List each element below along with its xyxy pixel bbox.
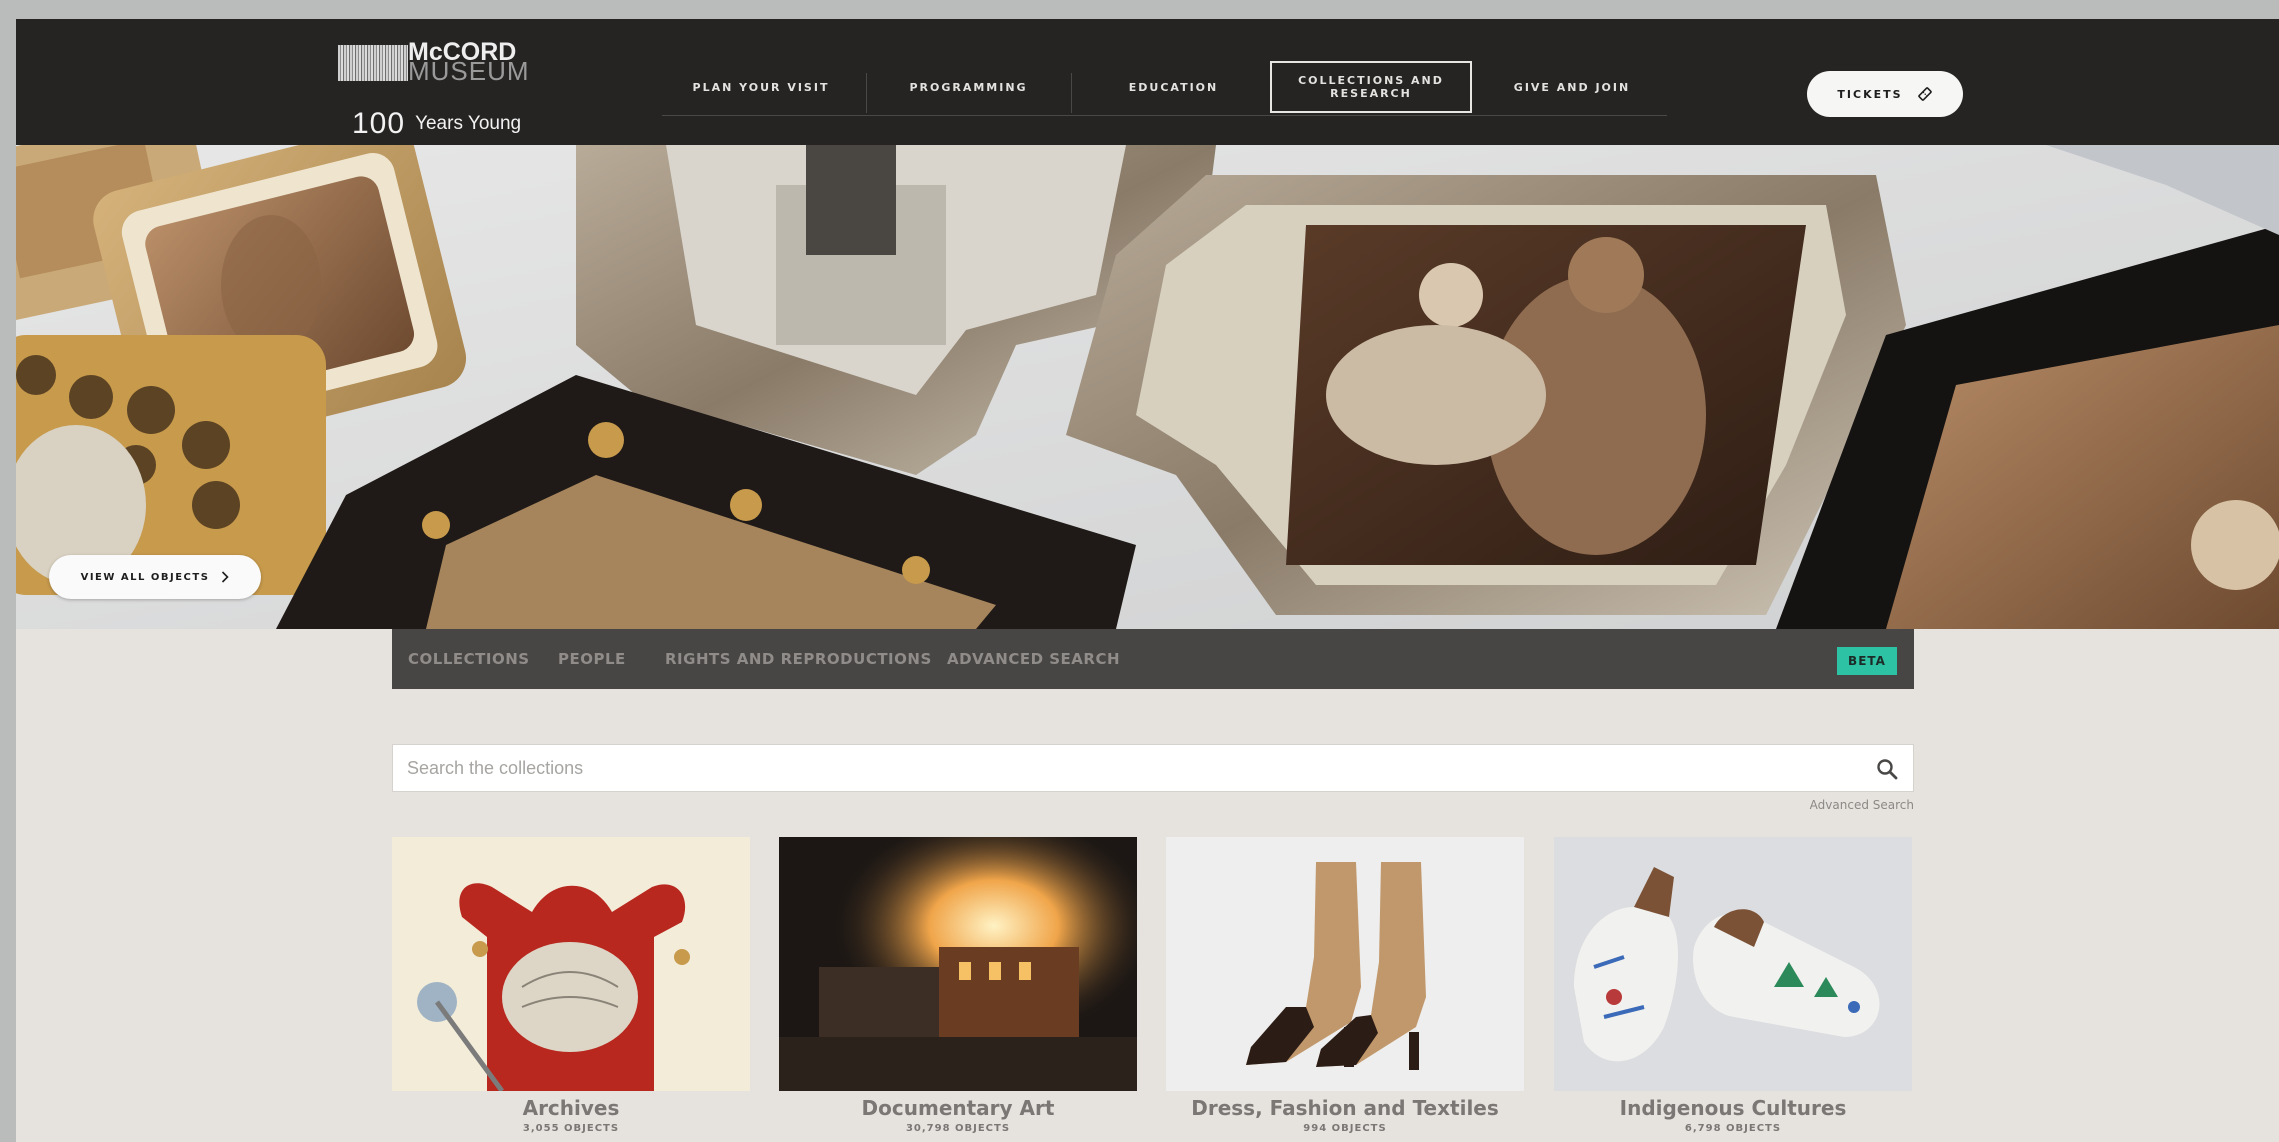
search-input[interactable] — [393, 745, 1853, 791]
logo-wordmark: McCORD MUSEUM — [408, 40, 530, 86]
subnav-item-rights-and-reproductions[interactable]: RIGHTS AND REPRODUCTIONS — [665, 629, 932, 689]
archives-card-image — [392, 837, 750, 1091]
collection-title: Archives — [522, 1096, 620, 1120]
tagline-number: 100 — [352, 107, 406, 140]
mccord-museum-logo[interactable]: McCORD MUSEUM 100 Years Young — [338, 40, 558, 140]
search-button[interactable] — [1873, 755, 1901, 783]
nav-item-education[interactable]: EDUCATION — [1071, 61, 1276, 113]
collection-object-count: 6,798 OBJECTS — [1684, 1123, 1782, 1134]
subnav-item-advanced-search[interactable]: ADVANCED SEARCH — [947, 629, 1120, 689]
advanced-search-link[interactable]: Advanced Search — [1810, 798, 1914, 812]
nav-item-plan-your-visit[interactable]: PLAN YOUR VISIT — [656, 61, 866, 113]
view-all-objects-label: VIEW ALL OBJECTS — [80, 571, 210, 583]
search-icon — [1877, 759, 1898, 780]
collection-object-count: 994 OBJECTS — [1303, 1123, 1387, 1134]
collection-card-documentary-art[interactable]: Documentary Art 30,798 OBJECTS — [779, 837, 1137, 1142]
collections-search-bar — [392, 744, 1914, 792]
nav-item-collections-and-research[interactable]: COLLECTIONS AND RESEARCH — [1270, 61, 1472, 113]
logo-name-line2: MUSEUM — [408, 56, 530, 86]
subnav-item-people[interactable]: PEOPLE — [558, 629, 626, 689]
hero-photo-frames-image — [16, 145, 2279, 629]
documentary-art-card-image — [779, 837, 1137, 1091]
logo-mark — [338, 45, 408, 81]
browser-viewport: McCORD MUSEUM 100 Years Young PLAN YOUR V… — [16, 19, 2279, 1142]
ticket-icon — [1917, 87, 1932, 101]
chevron-right-icon — [222, 571, 230, 583]
collection-object-count: 30,798 OBJECTS — [905, 1123, 1011, 1134]
nav-item-give-and-join[interactable]: GIVE AND JOIN — [1472, 61, 1672, 113]
collections-subnav: COLLECTIONS PEOPLE RIGHTS AND REPRODUCTI… — [392, 629, 1914, 689]
tagline-text: Years Young — [415, 113, 522, 134]
beta-badge: BETA — [1837, 647, 1897, 675]
collection-object-count: 3,055 OBJECTS — [522, 1123, 620, 1134]
dress-fashion-textiles-card-image — [1166, 837, 1524, 1091]
collection-title: Dress, Fashion and Textiles — [1191, 1096, 1499, 1120]
site-header: McCORD MUSEUM 100 Years Young PLAN YOUR V… — [16, 19, 2279, 145]
indigenous-cultures-card-image — [1554, 837, 1912, 1091]
collection-title: Indigenous Cultures — [1619, 1096, 1847, 1120]
nav-underline — [662, 115, 1667, 116]
hero-banner: VIEW ALL OBJECTS — [16, 145, 2279, 629]
nav-item-programming[interactable]: PROGRAMMING — [866, 61, 1071, 113]
subnav-item-collections[interactable]: COLLECTIONS — [408, 629, 530, 689]
logo-tagline: 100 Years Young — [352, 107, 521, 141]
collection-card-archives[interactable]: Archives 3,055 OBJECTS — [392, 837, 750, 1142]
collection-title: Documentary Art — [861, 1096, 1055, 1120]
tickets-button[interactable]: TICKETS — [1807, 71, 1963, 117]
collection-card-dress-fashion-textiles[interactable]: Dress, Fashion and Textiles 994 OBJECTS — [1166, 837, 1524, 1142]
view-all-objects-button[interactable]: VIEW ALL OBJECTS — [49, 555, 261, 599]
collection-card-indigenous-cultures[interactable]: Indigenous Cultures 6,798 OBJECTS — [1554, 837, 1912, 1142]
tickets-label: TICKETS — [1837, 87, 1903, 101]
main-nav: PLAN YOUR VISIT PROGRAMMING EDUCATION CO… — [656, 61, 1676, 133]
